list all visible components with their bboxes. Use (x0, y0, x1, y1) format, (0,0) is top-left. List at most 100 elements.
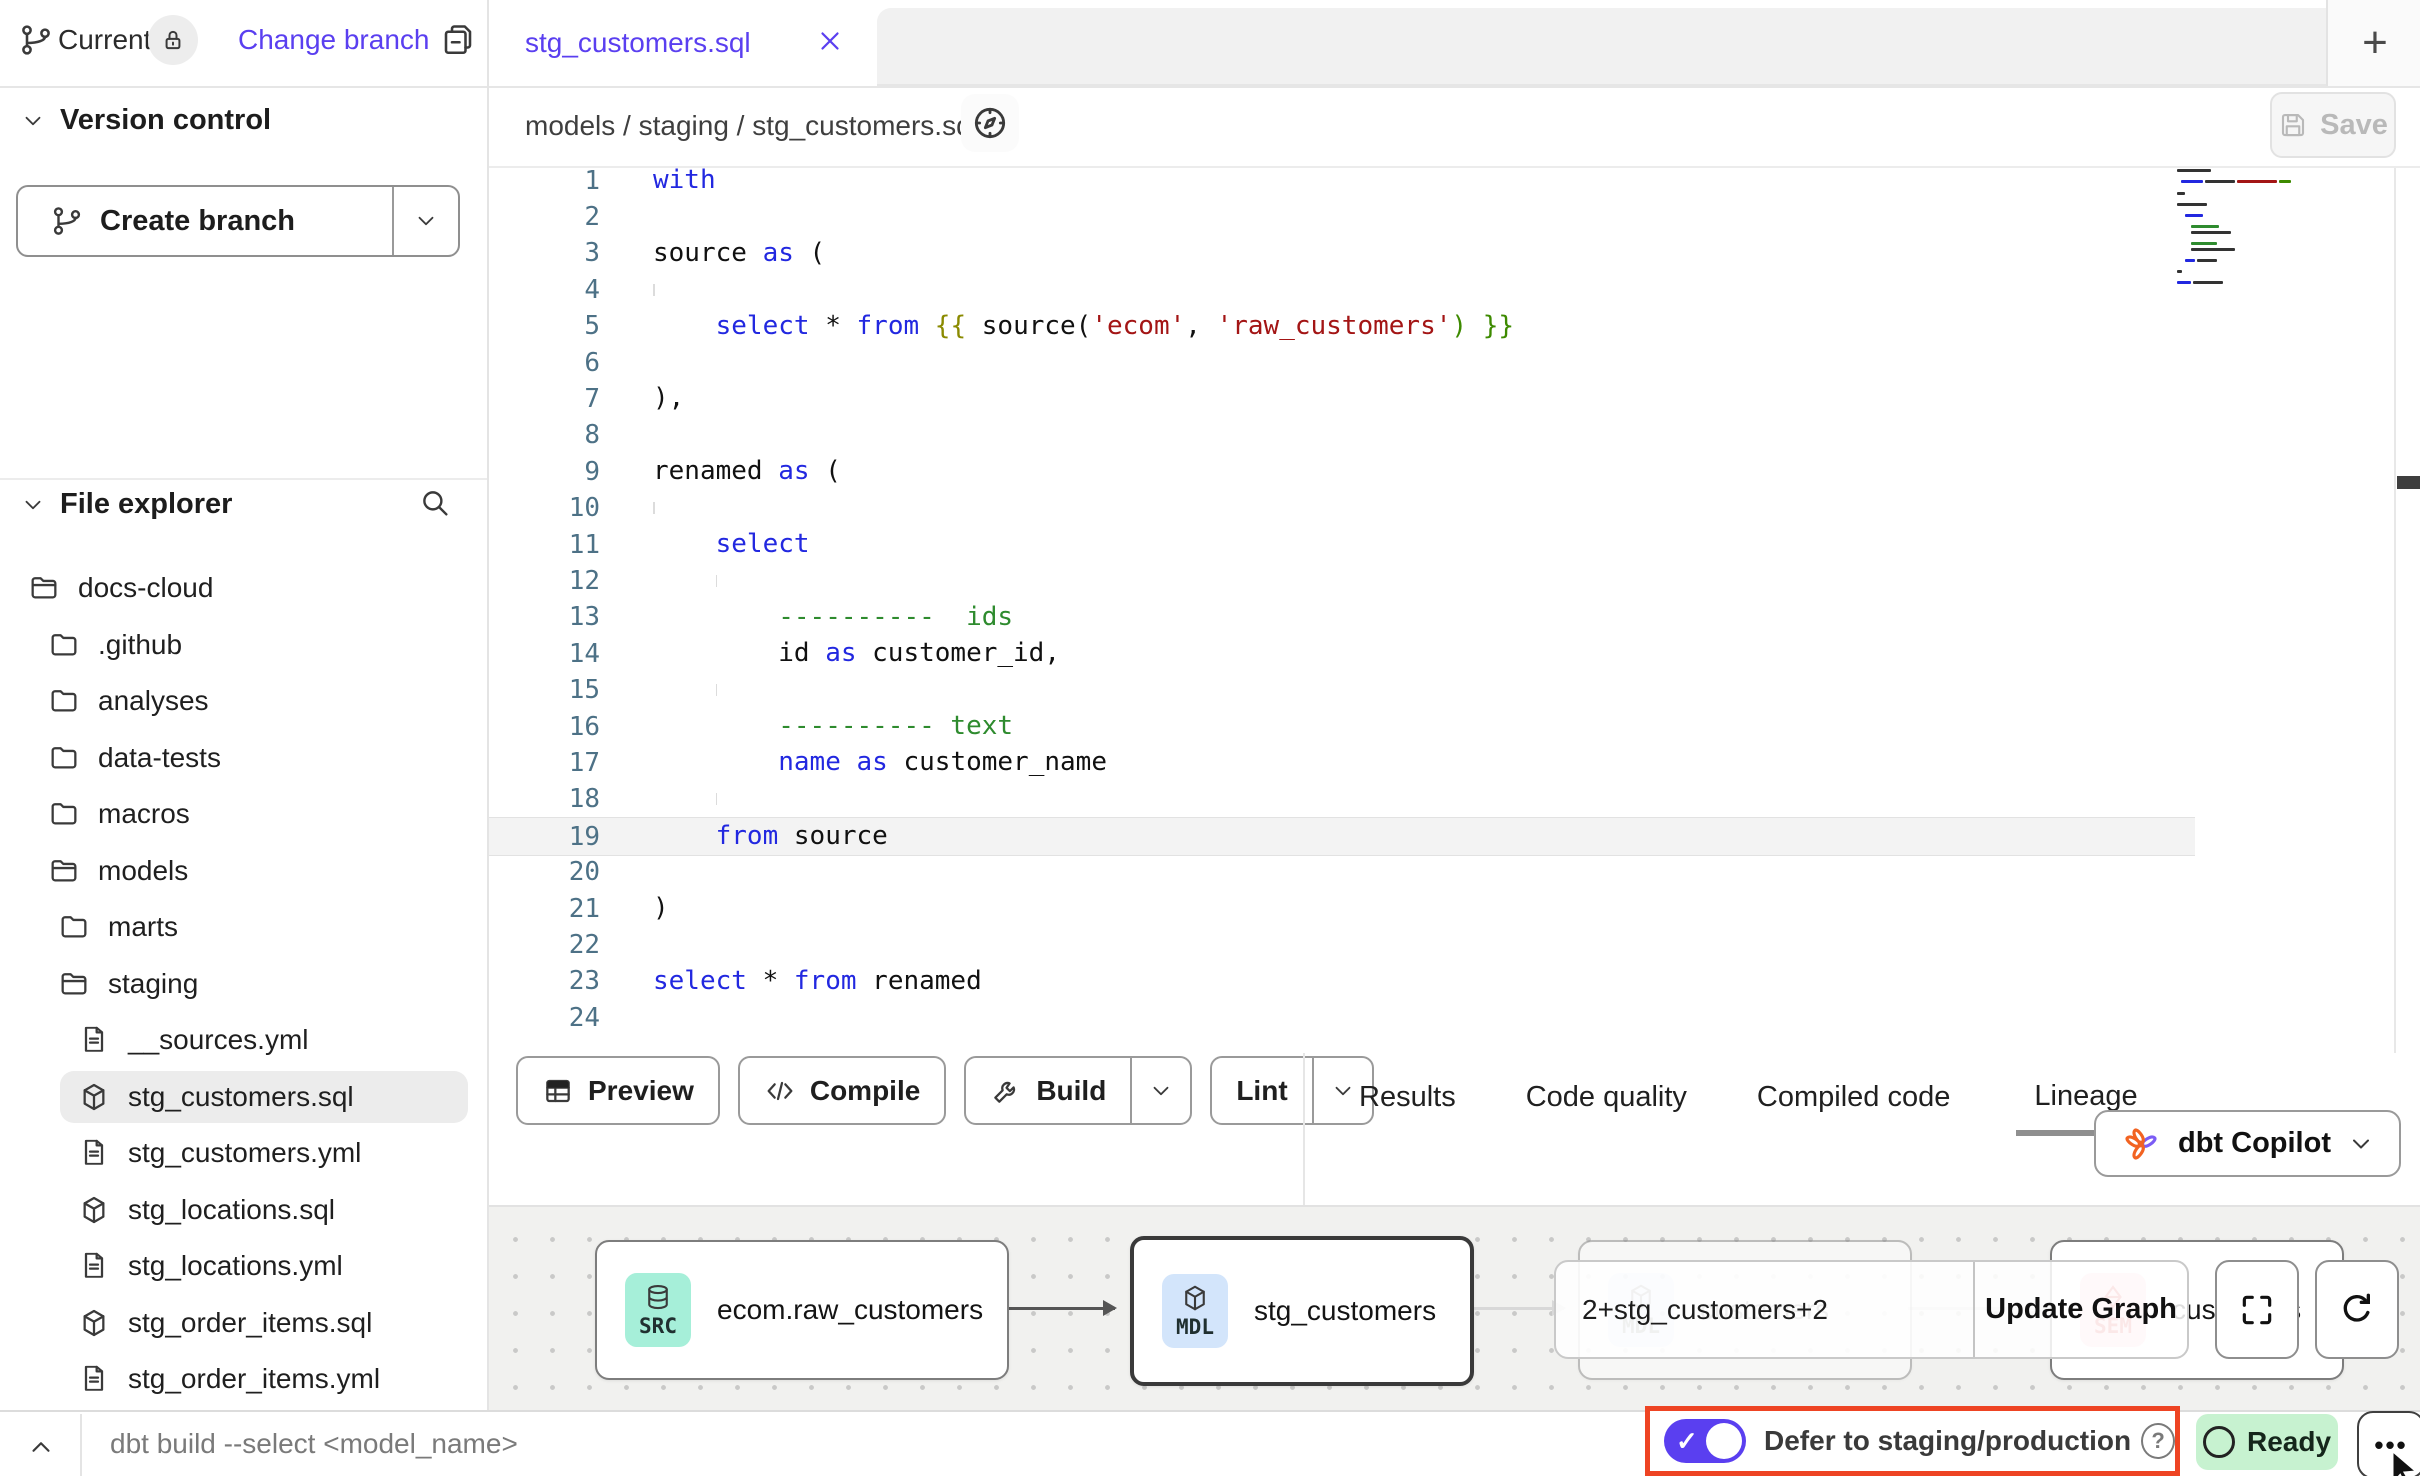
tree-item--sources-yml[interactable]: __sources.yml (0, 1012, 487, 1068)
defer-toggle[interactable]: ✓ (1664, 1419, 1746, 1463)
close-icon[interactable] (815, 26, 845, 56)
code-line-11[interactable]: 11 select (489, 526, 2195, 563)
code-line-12[interactable]: 12 (489, 562, 2195, 599)
code-line-22[interactable]: 22 (489, 926, 2195, 963)
lineage-node-source[interactable]: SRC ecom.raw_customers (595, 1240, 1009, 1380)
lineage-node-stg-customers[interactable]: MDL stg_customers (1130, 1236, 1474, 1386)
code-line-16[interactable]: 16 ---------- text (489, 708, 2195, 745)
tree-item-stg-order-items-sql[interactable]: stg_order_items.sql (0, 1295, 487, 1351)
code-line-8[interactable]: 8 (489, 417, 2195, 454)
tree-item-label: marts (108, 911, 178, 943)
code-line-23[interactable]: 23select * from renamed (489, 963, 2195, 1000)
new-tab-button[interactable]: + (2326, 0, 2420, 86)
tab-code-quality[interactable]: Code quality (1522, 1059, 1691, 1136)
tree-item-stg-locations-yml[interactable]: stg_locations.yml (0, 1238, 487, 1294)
code-line-1[interactable]: 1with (489, 168, 2195, 199)
command-input[interactable]: dbt build --select <model_name> (110, 1428, 518, 1460)
folder-icon (48, 855, 80, 887)
tree-item-analyses[interactable]: analyses (0, 673, 487, 729)
compile-button[interactable]: Compile (738, 1056, 946, 1125)
tree-item-models[interactable]: models (0, 843, 487, 899)
save-button[interactable]: Save (2270, 92, 2396, 158)
node-label: stg_customers (1254, 1295, 1436, 1327)
search-icon[interactable] (418, 486, 452, 520)
copy-icon[interactable] (440, 22, 476, 58)
code-line-4[interactable]: 4 (489, 271, 2195, 308)
lineage-selector-input[interactable]: 2+stg_customers+2 (1556, 1262, 1973, 1357)
editor-toolbar: Preview Compile Build Lint (516, 1056, 1374, 1125)
code-line-14[interactable]: 14 id as customer_id, (489, 635, 2195, 672)
tree-item-stg-order-items-yml[interactable]: stg_order_items.yml (0, 1351, 487, 1407)
line-content: select * from {{ source('ecom', 'raw_cus… (653, 308, 1514, 345)
tab-results[interactable]: Results (1355, 1059, 1460, 1136)
tree-item-macros[interactable]: macros (0, 786, 487, 842)
code-line-2[interactable]: 2 (489, 198, 2195, 235)
copilot-compass-icon[interactable] (961, 94, 1019, 152)
defer-annotation-box: ✓ Defer to staging/production ? (1645, 1406, 2180, 1476)
code-line-6[interactable]: 6 (489, 344, 2195, 381)
tree-item-staging[interactable]: staging (0, 956, 487, 1012)
current-branch-label: Current (58, 24, 151, 56)
editor-scrollbar-thumb[interactable] (2397, 476, 2420, 489)
tree-item-label: data-tests (98, 742, 221, 774)
fullscreen-button[interactable] (2215, 1260, 2299, 1359)
code-line-17[interactable]: 17 name as customer_name (489, 744, 2195, 781)
create-branch-main[interactable]: Create branch (18, 187, 392, 255)
version-control-header[interactable]: Version control (20, 104, 271, 137)
model-cube-icon (78, 1307, 110, 1339)
tab-compiled-code[interactable]: Compiled code (1753, 1059, 1954, 1136)
lint-button[interactable]: Lint (1210, 1056, 1373, 1125)
dbt-copilot-button[interactable]: dbt Copilot (2094, 1110, 2401, 1177)
edge-src-to-model (1005, 1307, 1115, 1310)
indent-guide (716, 793, 718, 805)
file-icon (78, 1024, 110, 1056)
code-line-5[interactable]: 5 select * from {{ source('ecom', 'raw_c… (489, 308, 2195, 345)
line-number: 6 (489, 348, 600, 378)
tab-stg-customers-sql[interactable]: stg_customers.sql (489, 0, 877, 86)
code-line-3[interactable]: 3source as ( (489, 235, 2195, 272)
tree-item-stg-customers-sql[interactable]: stg_customers.sql (0, 1069, 487, 1125)
tree-item-data-tests[interactable]: data-tests (0, 730, 487, 786)
tree-item-stg-customers-yml[interactable]: stg_customers.yml (0, 1125, 487, 1181)
preview-button[interactable]: Preview (516, 1056, 720, 1125)
code-line-18[interactable]: 18 (489, 781, 2195, 818)
code-line-20[interactable]: 20 (489, 854, 2195, 891)
panel-tabs: ResultsCode qualityCompiled codeLineage (1355, 1053, 2156, 1141)
tree-item-docs-cloud[interactable]: docs-cloud (0, 560, 487, 616)
line-number: 22 (489, 930, 600, 960)
create-branch-button[interactable]: Create branch (16, 185, 460, 257)
code-line-13[interactable]: 13 ---------- ids (489, 599, 2195, 636)
code-line-10[interactable]: 10 (489, 490, 2195, 527)
plus-icon: + (2362, 21, 2388, 65)
refresh-icon[interactable] (2315, 1260, 2399, 1359)
code-line-7[interactable]: 7), (489, 380, 2195, 417)
toolbar-divider (1303, 1053, 1305, 1205)
branch-header: Current Change branch (0, 0, 487, 88)
wrench-icon (990, 1075, 1022, 1107)
help-icon[interactable]: ? (2141, 1423, 2175, 1459)
code-editor[interactable]: 1with23source as (45 select * from {{ so… (489, 168, 2420, 1053)
create-branch-label: Create branch (100, 205, 295, 238)
chevron-up-icon[interactable] (26, 1432, 56, 1462)
code-line-24[interactable]: 24 (489, 999, 2195, 1036)
code-line-9[interactable]: 9renamed as ( (489, 453, 2195, 490)
button-label: Lint (1236, 1075, 1287, 1107)
code-line-15[interactable]: 15 (489, 672, 2195, 709)
code-line-21[interactable]: 21) (489, 890, 2195, 927)
tree-item-stg-locations-sql[interactable]: stg_locations.sql (0, 1182, 487, 1238)
create-branch-dropdown[interactable] (392, 187, 458, 255)
results-panel: Preview Compile Build Lint Results Code qual… (489, 1053, 2420, 1205)
lineage-canvas[interactable]: SRC ecom.raw_customers MDL stg_customers… (489, 1205, 2420, 1410)
line-number: 9 (489, 457, 600, 487)
tree-item-label: macros (98, 798, 190, 830)
node-label: ecom.raw_customers (717, 1294, 983, 1326)
button-label: Build (1036, 1075, 1106, 1107)
tree-item--github[interactable]: .github (0, 617, 487, 673)
code-line-19[interactable]: 19 from source (489, 817, 2195, 856)
change-branch-link[interactable]: Change branch (238, 24, 429, 56)
build-dropdown[interactable] (1130, 1058, 1190, 1123)
tree-item-marts[interactable]: marts (0, 899, 487, 955)
file-explorer-header[interactable]: File explorer (20, 488, 470, 521)
build-button[interactable]: Build (964, 1056, 1192, 1125)
update-graph-button[interactable]: Update Graph (1973, 1262, 2187, 1357)
